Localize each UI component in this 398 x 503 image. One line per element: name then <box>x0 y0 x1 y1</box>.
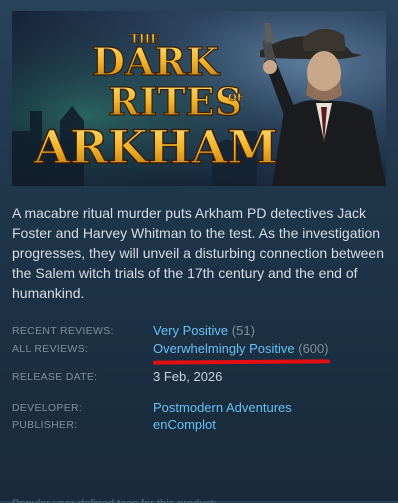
svg-text:DARK: DARK <box>92 39 221 84</box>
release-date-value: 3 Feb, 2026 <box>153 369 223 384</box>
all-reviews-value[interactable]: Overwhelmingly Positive (600) <box>153 341 329 357</box>
recent-reviews-summary[interactable]: Very Positive <box>153 323 228 338</box>
svg-text:OF: OF <box>228 93 244 104</box>
game-capsule-image: THE DARK RITES OF ARKHAM <box>12 11 386 186</box>
all-reviews-summary[interactable]: Overwhelmingly Positive <box>153 341 295 356</box>
user-tags-heading: Popular user-defined tags for this produ… <box>12 493 382 503</box>
red-underline-annotation <box>152 359 331 365</box>
svg-text:RITES: RITES <box>108 79 242 124</box>
developer-label: DEVELOPER: <box>12 402 83 414</box>
publisher-label: PUBLISHER: <box>12 419 78 431</box>
game-description: A macabre ritual murder puts Arkham PD d… <box>12 205 384 301</box>
release-date-label: RELEASE DATE: <box>12 371 98 383</box>
all-reviews-count: (600) <box>298 341 329 356</box>
recent-reviews-label: RECENT REVIEWS: <box>12 325 114 337</box>
recent-reviews-count: (51) <box>231 323 255 338</box>
developer-link[interactable]: Postmodern Adventures <box>153 400 292 416</box>
svg-text:ARKHAM: ARKHAM <box>33 120 278 174</box>
all-reviews-label: ALL REVIEWS: <box>12 343 89 355</box>
capsule-art: THE DARK RITES OF ARKHAM <box>12 11 386 186</box>
recent-reviews-value[interactable]: Very Positive (51) <box>153 323 255 339</box>
publisher-link[interactable]: enComplot <box>153 417 216 433</box>
